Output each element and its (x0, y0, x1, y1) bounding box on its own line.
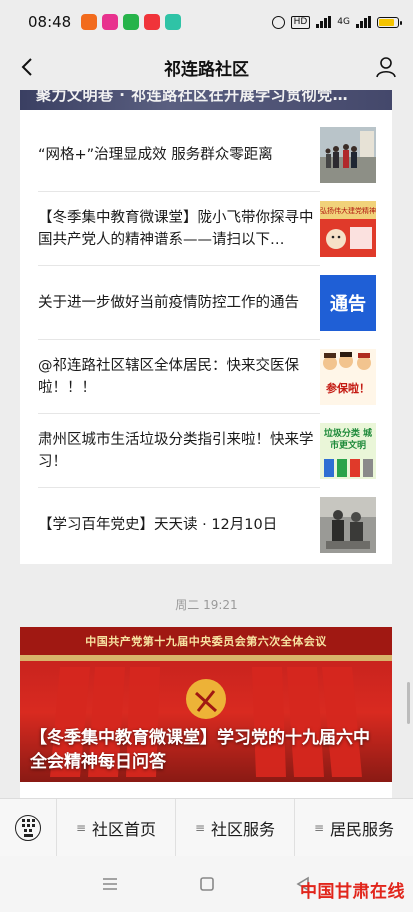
article-card-next (20, 782, 392, 798)
menu-item-community-home[interactable]: ≡ 社区首页 (56, 798, 175, 857)
chat-header: 祁连路社区 (0, 44, 413, 90)
menu-item-resident-services[interactable]: ≡ 居民服务 (294, 798, 413, 857)
chevron-left-icon (21, 58, 32, 76)
article-item[interactable]: “网格+”治理显成效 服务群众零距离 (20, 118, 392, 191)
scrollbar[interactable] (407, 682, 410, 724)
keyboard-icon (15, 814, 41, 841)
article-thumbnail (320, 497, 376, 553)
menu-item-label: 居民服务 (330, 819, 395, 839)
app-notification-icon (81, 14, 98, 30)
insurance-label: 参保啦！ (326, 382, 370, 395)
menu-lines-icon: ≡ (75, 820, 87, 835)
signal-icon (316, 16, 332, 28)
article-thumbnail: 通告 (320, 275, 376, 331)
menu-lines-icon: ≡ (194, 820, 206, 835)
person-icon (376, 57, 396, 78)
garbage-sorting-label: 垃圾分类 城市更文明 (323, 429, 373, 451)
app-notification-icon (144, 14, 161, 30)
article-item[interactable]: 【冬季集中教育微课堂】陇小飞带你探寻中国共产党人的精神谱系——请扫以下… 弘扬伟… (20, 192, 392, 265)
back-button[interactable] (12, 52, 42, 82)
article-item[interactable]: 肃州区城市生活垃圾分类指引来啦！快来学习！ 垃圾分类 城市更文明 (20, 414, 392, 487)
system-nav-bar: 中国甘肃在线 (0, 856, 413, 912)
network-type: 4G (337, 17, 350, 27)
hd-badge: HD (290, 15, 311, 29)
message-list[interactable]: 聚力文明巷 · 祁连路社区在开展学习贯彻党… “网格+”治理显成效 服务群众零距… (0, 90, 413, 798)
article-title: 【学习百年党史】天天读 · 12月10日 (38, 516, 278, 533)
card-cover-strip[interactable]: 聚力文明巷 · 祁连路社区在开展学习贯彻党… (20, 90, 392, 110)
cover-title: 聚力文明巷 · 祁连路社区在开展学习贯彻党… (36, 90, 349, 104)
watermark-logo: 中国甘肃在线 (300, 882, 405, 902)
signal-icon (356, 16, 371, 28)
article-thumbnail: 参保啦！ (320, 349, 376, 405)
profile-button[interactable] (371, 52, 401, 82)
status-icons: HD 4G (271, 15, 402, 29)
article-item[interactable]: 关于进一步做好当前疫情防控工作的通告 通告 (20, 266, 392, 339)
article-title: “网格+”治理显成效 服务群众零距离 (38, 146, 273, 163)
notice-label: 通告 (330, 294, 366, 315)
home-button[interactable] (194, 872, 220, 896)
menu-lines-icon (103, 878, 117, 890)
app-notification-icon (102, 14, 119, 30)
app-notification-icon (123, 14, 140, 30)
banner-title: 【冬季集中教育微课堂】学习党的十九届六中全会精神每日问答 (30, 728, 370, 772)
article-thumbnail (320, 127, 376, 183)
battery-icon (377, 16, 402, 28)
article-title: 【冬季集中教育微课堂】陇小飞带你探寻中国共产党人的精神谱系——请扫以下… (38, 209, 314, 248)
banner-header-text: 中国共产党第十九届中央委员会第六次全体会议 (85, 635, 327, 648)
menu-item-label: 社区服务 (211, 819, 276, 839)
article-item[interactable]: @祁连路社区辖区全体居民：快来交医保啦！！！ 参保啦！ (20, 340, 392, 413)
svg-text:弘扬伟大建党精神: 弘扬伟大建党精神 (320, 206, 376, 215)
banner-article[interactable]: 中国共产党第十九届中央委员会第六次全体会议 【冬季集中教育微课堂】学习党的十九届… (20, 627, 392, 782)
menu-item-community-services[interactable]: ≡ 社区服务 (175, 798, 294, 857)
article-thumbnail: 弘扬伟大建党精神 (320, 201, 376, 257)
message-timestamp: 周二 19:21 (175, 598, 238, 612)
app-notification-icon (165, 14, 182, 30)
article-title: 肃州区城市生活垃圾分类指引来啦！快来学习！ (38, 431, 314, 470)
alarm-icon (271, 15, 285, 29)
menu-item-label: 社区首页 (92, 819, 157, 839)
keyboard-toggle-button[interactable] (0, 799, 56, 857)
article-item[interactable]: 【学习百年党史】天天读 · 12月10日 (20, 488, 392, 561)
article-card: 聚力文明巷 · 祁连路社区在开展学习贯彻党… “网格+”治理显成效 服务群众零距… (20, 90, 392, 564)
article-title: @祁连路社区辖区全体居民：快来交医保啦！！！ (38, 357, 299, 396)
status-time: 08:48 (28, 13, 72, 31)
status-bar: 08:48 HD 4G (0, 0, 413, 44)
article-title: 关于进一步做好当前疫情防控工作的通告 (38, 294, 299, 311)
recent-apps-button[interactable] (97, 872, 123, 896)
page-title: 祁连路社区 (164, 59, 249, 80)
square-icon (200, 877, 214, 891)
article-thumbnail: 垃圾分类 城市更文明 (320, 423, 376, 479)
bottom-menu: ≡ 社区首页 ≡ 社区服务 ≡ 居民服务 (0, 798, 413, 857)
menu-lines-icon: ≡ (313, 820, 325, 835)
